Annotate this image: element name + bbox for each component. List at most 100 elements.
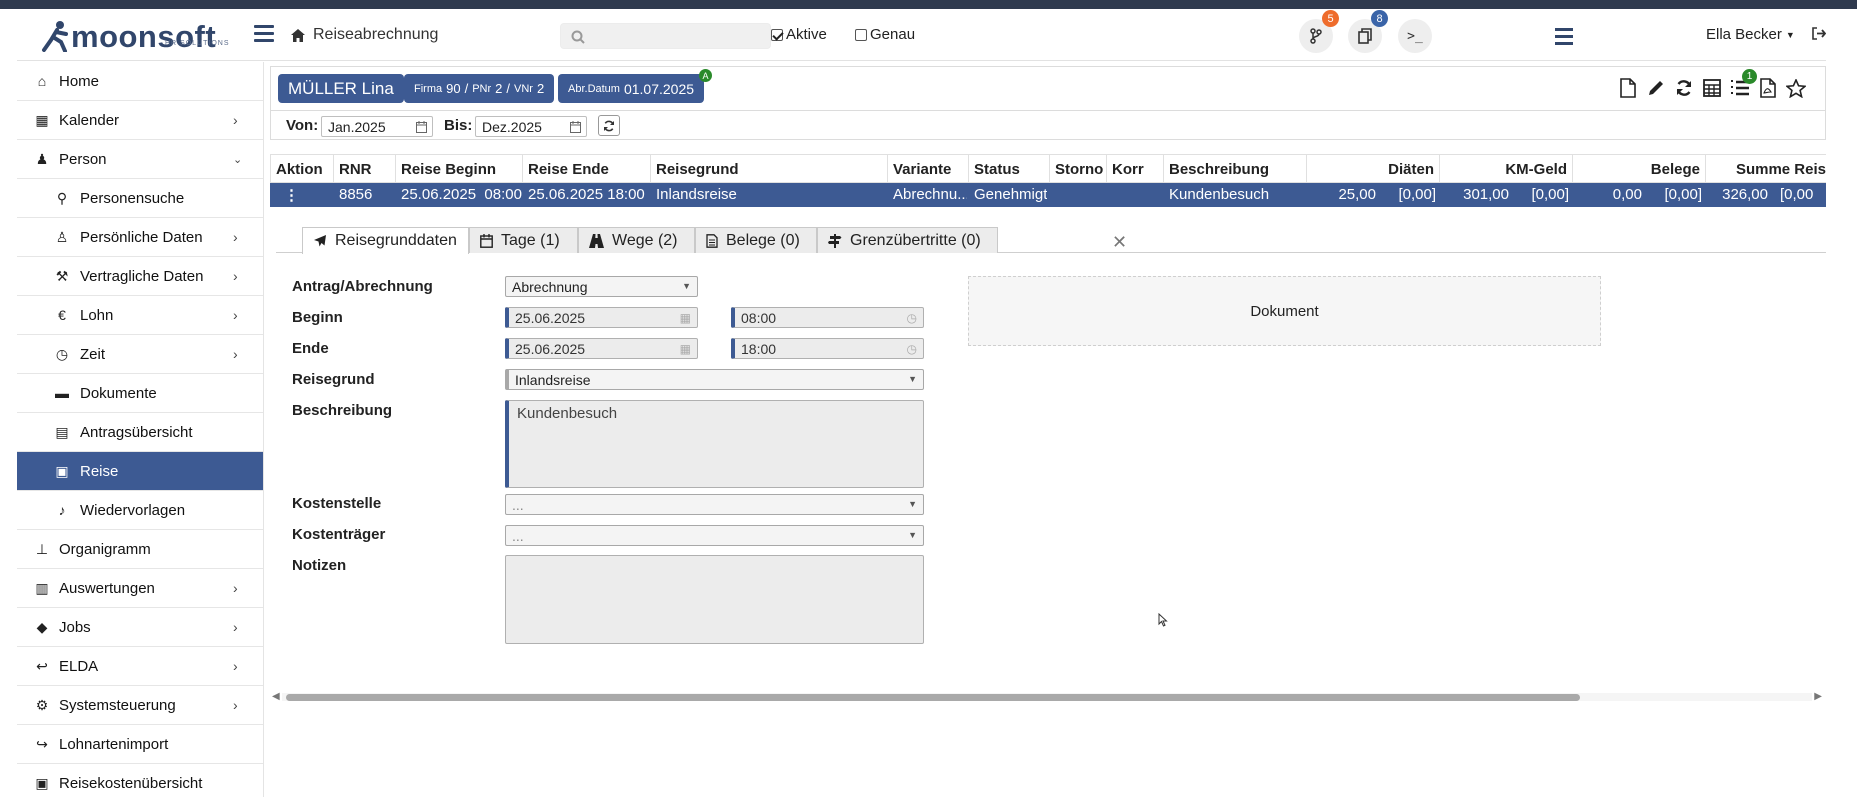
tab-grenzuebertritte[interactable]: Grenzübertritte (0) — [817, 227, 998, 253]
sidebar-item-label: Kalender — [59, 111, 120, 129]
star-icon[interactable] — [1785, 77, 1807, 99]
sidebar-item-reisekostenuebersicht[interactable]: ▣ Reisekostenübersicht — [17, 764, 263, 797]
calendar-icon[interactable] — [416, 120, 427, 136]
tab-wege[interactable]: Wege (2) — [578, 227, 695, 253]
employee-ids-pill[interactable]: Firma 90 / PNr 2 / VNr 2 — [404, 74, 555, 103]
beginn-time-field[interactable]: 08:00 ◷ — [731, 307, 924, 328]
sidebar-item-home[interactable]: ⌂ Home — [17, 62, 263, 101]
column-header-korr[interactable]: Korr — [1107, 154, 1164, 183]
dropdown-arrow-icon: ▼ — [908, 530, 917, 540]
documents-button[interactable]: 8 — [1348, 10, 1388, 53]
horizontal-scrollbar[interactable]: ◀ ▶ — [270, 691, 1826, 703]
main-menu-icon[interactable] — [1555, 28, 1573, 49]
sidebar-item-persoenliche-daten[interactable]: ♙ Persönliche Daten › — [17, 218, 263, 257]
beschreibung-textarea[interactable]: Kundenbesuch — [505, 400, 924, 488]
ende-date-field[interactable]: 25.06.2025 ▦ — [505, 338, 698, 359]
sidebar-item-elda[interactable]: ↩ ELDA › — [17, 647, 263, 686]
reisegrund-select[interactable]: Inlandsreise ▼ — [505, 369, 924, 390]
column-header-belege[interactable]: Belege — [1573, 154, 1706, 183]
search-input[interactable] — [591, 26, 761, 46]
brand-subtitle: HR SOLUTIONS — [165, 40, 230, 47]
sidebar-item-organigramm[interactable]: ⊥ Organigramm — [17, 530, 263, 569]
sidebar-item-jobs[interactable]: ◆ Jobs › — [17, 608, 263, 647]
scroll-left-icon[interactable]: ◀ — [272, 691, 280, 702]
sidebar-item-reise[interactable]: ▣ Reise — [17, 452, 263, 491]
column-header-variante[interactable]: Variante — [888, 154, 969, 183]
sidebar-item-label: Wiedervorlagen — [80, 501, 186, 519]
column-header-reisegrund[interactable]: Reisegrund — [651, 154, 888, 183]
sidebar-item-personensuche[interactable]: ⚲ Personensuche — [17, 179, 263, 218]
logout-icon[interactable] — [1812, 27, 1827, 43]
sidebar-toggle-icon[interactable] — [254, 25, 274, 43]
notizen-textarea[interactable] — [505, 555, 924, 644]
tab-belege[interactable]: Belege (0) — [695, 227, 817, 253]
sidebar-item-lohnartenimport[interactable]: ↪ Lohnartenimport — [17, 725, 263, 764]
document-dropzone[interactable]: Dokument — [968, 276, 1601, 346]
sidebar-item-auswertungen[interactable]: ▥ Auswertungen › — [17, 569, 263, 608]
column-header-aktion[interactable]: Aktion — [270, 154, 334, 183]
calculator-icon[interactable] — [1701, 77, 1723, 99]
pencil-icon[interactable] — [1645, 77, 1667, 99]
tab-tage[interactable]: Tage (1) — [469, 227, 578, 253]
calendar-icon[interactable]: ▦ — [680, 342, 691, 356]
sidebar-item-lohn[interactable]: € Lohn › — [17, 296, 263, 335]
von-date-field[interactable]: Jan.2025 — [321, 116, 433, 137]
list-icon[interactable]: 1 — [1729, 69, 1757, 99]
new-document-icon[interactable] — [1617, 77, 1639, 99]
search-box[interactable] — [560, 23, 771, 49]
kostenstelle-select[interactable]: ... ▼ — [505, 494, 924, 515]
genau-check-box[interactable] — [855, 28, 867, 41]
sidebar-item-person[interactable]: ♟ Person ⌄ — [17, 140, 263, 179]
calendar-icon[interactable] — [570, 120, 581, 136]
column-header-beschreibung[interactable]: Beschreibung — [1164, 154, 1307, 183]
column-header-status[interactable]: Status — [969, 154, 1050, 183]
aktive-check-box[interactable] — [771, 28, 783, 41]
scroll-right-icon[interactable]: ▶ — [1814, 691, 1822, 702]
abrechnungsdatum-pill[interactable]: Abr.Datum 01.07.2025 A — [558, 69, 713, 103]
column-header-reise-beginn[interactable]: Reise Beginn — [396, 154, 523, 183]
column-header-reise-ende[interactable]: Reise Ende — [523, 154, 651, 183]
sidebar-item-systemsteuerung[interactable]: ⚙ Systemsteuerung › — [17, 686, 263, 725]
column-header-storno[interactable]: Storno — [1050, 154, 1107, 183]
sidebar-item-dokumente[interactable]: ▬ Dokumente — [17, 374, 263, 413]
app-header: moonsoft HR SOLUTIONS Reiseabrechnung Ak… — [17, 9, 1827, 61]
close-icon[interactable]: ✕ — [1112, 232, 1127, 253]
column-header-rnr[interactable]: RNR — [334, 154, 396, 183]
filter-aktive-checkbox[interactable]: Aktive — [771, 26, 827, 43]
sidebar-item-kalender[interactable]: ▦ Kalender › — [17, 101, 263, 140]
von-value: Jan.2025 — [328, 119, 386, 135]
clock-icon[interactable]: ◷ — [907, 342, 917, 356]
breadcrumb-label: Reiseabrechnung — [313, 26, 439, 43]
tab-reisegrunddaten[interactable]: Reisegrunddaten — [302, 227, 469, 254]
breadcrumb[interactable]: Reiseabrechnung — [291, 26, 438, 44]
refresh-icon[interactable] — [1673, 77, 1695, 99]
sidebar-item-wiedervorlagen[interactable]: ♪ Wiedervorlagen — [17, 491, 263, 530]
column-header-km-geld[interactable]: KM-Geld — [1440, 154, 1573, 183]
euro-icon: € — [58, 307, 66, 323]
beginn-date-field[interactable]: 25.06.2025 ▦ — [505, 307, 698, 328]
branch-button[interactable]: 5 — [1299, 10, 1339, 53]
clock-icon[interactable]: ◷ — [907, 311, 917, 325]
sidebar-item-antragsuebersicht[interactable]: ▤ Antragsübersicht — [17, 413, 263, 452]
antrag-select[interactable]: Abrechnung ▼ — [505, 276, 698, 297]
pdf-icon[interactable] — [1757, 77, 1779, 99]
row-actions-icon[interactable]: ⋮ — [284, 186, 299, 204]
bis-date-field[interactable]: Dez.2025 — [475, 116, 587, 137]
sidebar-item-zeit[interactable]: ◷ Zeit › — [17, 335, 263, 374]
reload-button[interactable] — [598, 115, 620, 136]
terminal-button[interactable]: >_ — [1398, 19, 1432, 53]
ende-time-field[interactable]: 18:00 ◷ — [731, 338, 924, 359]
moonsoft-logo[interactable]: moonsoft — [41, 18, 216, 54]
beginn-date-value: 25.06.2025 — [515, 310, 586, 326]
user-menu[interactable]: Ella Becker ▼ — [1706, 26, 1795, 43]
filter-genau-checkbox[interactable]: Genau — [855, 26, 915, 43]
column-header-diaeten[interactable]: Diäten — [1307, 154, 1440, 183]
kostentraeger-select[interactable]: ... ▼ — [505, 525, 924, 546]
scrollbar-thumb[interactable] — [286, 694, 1580, 701]
table-row[interactable]: ⋮ 8856 25.06.2025 08:00 25.06.2025 18:00… — [270, 183, 1826, 207]
column-header-summe[interactable]: Summe Reis — [1706, 154, 1826, 183]
sidebar-item-vertragliche-daten[interactable]: ⚒ Vertragliche Daten › — [17, 257, 263, 296]
employee-name-pill[interactable]: MÜLLER Lina — [278, 74, 404, 103]
calendar-icon[interactable]: ▦ — [680, 311, 691, 325]
right-gutter — [1826, 9, 1857, 797]
